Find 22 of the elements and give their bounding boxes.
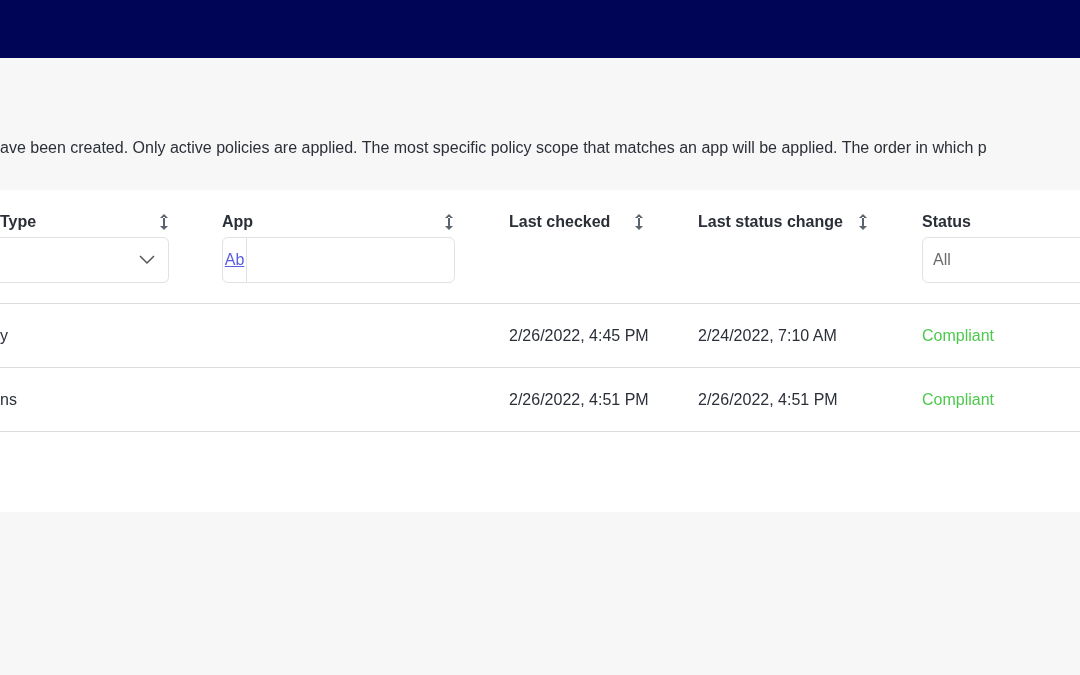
chevron-down-icon: [139, 255, 155, 265]
status-text: Compliant: [922, 326, 995, 344]
sort-icon[interactable]: [858, 213, 868, 231]
column-header: Last checked: [509, 212, 612, 232]
description-text: ave been created. Only active policies are applied. The most specific policy scope that matches an app will be applied. The order in which p: [0, 138, 987, 158]
column-header: Type: [0, 212, 38, 232]
sort-icon[interactable]: [634, 213, 644, 231]
table-cell: 2/24/2022, 7:10 AM: [698, 326, 837, 344]
column-header: Last status change: [698, 212, 844, 232]
sort-icon[interactable]: [159, 213, 169, 231]
table-cell: 2/26/2022, 4:45 PM: [509, 326, 649, 344]
table-cell: 2/26/2022, 4:51 PM: [698, 390, 838, 408]
column-header: Status: [922, 212, 972, 232]
sort-icon[interactable]: [444, 213, 454, 231]
status-select[interactable]: All: [922, 237, 1080, 283]
column-header: App: [222, 212, 255, 232]
match-case-toggle[interactable]: Ab: [224, 248, 245, 272]
table-cell: ns: [0, 390, 17, 408]
table-cell: y: [0, 326, 8, 344]
app-filter-field[interactable]: Ab: [222, 237, 455, 283]
status-text: Compliant: [922, 390, 995, 408]
table-cell: 2/26/2022, 4:51 PM: [509, 390, 649, 408]
